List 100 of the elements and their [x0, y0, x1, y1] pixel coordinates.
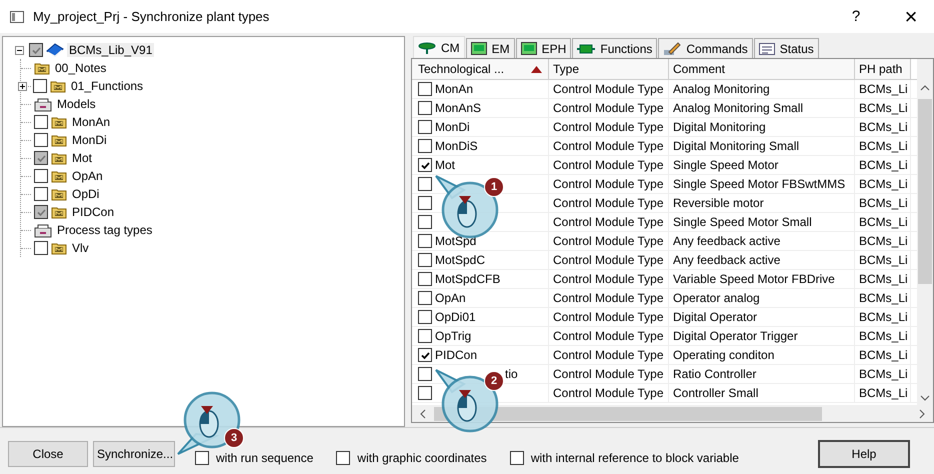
book-icon — [46, 43, 64, 57]
row-checkbox[interactable] — [418, 101, 432, 115]
folder-icon — [51, 169, 67, 183]
tree-item[interactable]: 01_Functions — [69, 79, 146, 93]
table-cell: Control Module Type — [553, 101, 664, 115]
row-checkbox[interactable] — [418, 158, 432, 172]
tab[interactable]: CM — [413, 36, 465, 58]
table-cell: BCMs_Li — [859, 215, 908, 229]
table-cell: OpDi01 — [435, 310, 476, 324]
horizontal-scrollbar[interactable] — [411, 405, 934, 423]
tab[interactable]: EM — [466, 38, 515, 58]
table-cell: Control Module Type — [553, 196, 664, 210]
tree-item[interactable]: OpAn — [70, 169, 105, 183]
tab[interactable]: EPH — [516, 38, 572, 58]
tab[interactable]: Commands — [658, 38, 753, 58]
tree-checkbox[interactable] — [33, 79, 47, 93]
scroll-down-icon[interactable] — [920, 395, 930, 401]
help-dialog-button[interactable]: Help — [818, 440, 910, 468]
list-icon — [758, 42, 775, 54]
expand-icon[interactable] — [18, 82, 27, 90]
close-dialog-button[interactable]: Close — [8, 441, 88, 467]
tree-item[interactable]: MonDi — [70, 133, 109, 147]
row-checkbox[interactable] — [418, 253, 432, 267]
option-label[interactable]: with run sequence — [216, 451, 314, 465]
table-cell: Control Module Type — [553, 386, 664, 400]
tree-checkbox[interactable] — [29, 43, 43, 57]
tree-checkbox[interactable] — [34, 115, 48, 129]
step-badge: 3 — [224, 428, 244, 448]
option-checkbox[interactable] — [195, 451, 209, 465]
table-cell: Control Module Type — [553, 253, 664, 267]
close-button[interactable]: × — [888, 0, 934, 33]
pencil-icon — [663, 42, 682, 56]
column-header[interactable]: Comment — [669, 59, 855, 79]
table-cell: BCMs_Li — [859, 329, 908, 343]
collapse-icon[interactable] — [15, 46, 24, 54]
tree-item[interactable]: MonAn — [70, 115, 112, 129]
tree-checkbox[interactable] — [34, 205, 48, 219]
row-checkbox[interactable] — [418, 348, 432, 362]
tree-checkbox[interactable] — [34, 169, 48, 183]
column-header[interactable]: Technological ... — [412, 59, 549, 79]
scroll-right-icon[interactable] — [919, 408, 925, 418]
tab[interactable]: Functions — [572, 38, 658, 58]
row-checkbox[interactable] — [418, 139, 432, 153]
scroll-left-icon[interactable] — [420, 408, 426, 418]
row-checkbox[interactable] — [418, 234, 432, 248]
tree-item[interactable]: Mot — [70, 151, 94, 165]
option-checkbox[interactable] — [336, 451, 350, 465]
row-checkbox[interactable] — [418, 272, 432, 286]
option-checkbox[interactable] — [510, 451, 524, 465]
tree-item[interactable]: BCMs_Lib_V91 — [67, 43, 154, 57]
folder-icon — [51, 187, 67, 201]
tree-checkbox[interactable] — [34, 151, 48, 165]
folder-icon — [51, 151, 67, 165]
table-cell: Control Module Type — [553, 215, 664, 229]
folder-icon — [51, 241, 67, 255]
row-checkbox[interactable] — [418, 177, 432, 191]
row-checkbox[interactable] — [418, 367, 432, 381]
row-checkbox[interactable] — [418, 329, 432, 343]
row-checkbox[interactable] — [418, 386, 432, 400]
column-header[interactable]: PH path — [855, 59, 911, 79]
tree-item[interactable]: PIDCon — [70, 205, 116, 219]
folder-icon — [51, 115, 67, 129]
table-cell: Digital Operator Trigger — [673, 329, 798, 343]
table-cell: BCMs_Li — [859, 253, 908, 267]
tree-item[interactable]: OpDi — [70, 187, 102, 201]
vertical-scrollbar[interactable] — [917, 59, 933, 405]
checkmark-icon — [36, 206, 46, 218]
help-button[interactable]: ? — [833, 0, 879, 33]
option-label[interactable]: with internal reference to block variable — [530, 451, 739, 465]
table-cell: tio — [505, 367, 518, 381]
table-cell: PIDCon — [435, 348, 478, 362]
table-cell: Mot — [435, 158, 456, 172]
table-cell: Control Module Type — [553, 139, 664, 153]
row-checkbox[interactable] — [418, 196, 432, 210]
tree-checkbox[interactable] — [34, 241, 48, 255]
table-cell: Control Module Type — [553, 329, 664, 343]
tree-checkbox[interactable] — [34, 133, 48, 147]
table-cell: Ratio Controller — [673, 367, 756, 381]
row-checkbox[interactable] — [418, 82, 432, 96]
chip-icon — [577, 42, 596, 54]
table-cell: Control Module Type — [553, 120, 664, 134]
tab[interactable]: Status — [754, 38, 819, 58]
row-checkbox[interactable] — [418, 215, 432, 229]
tree-item[interactable]: Process tag types — [55, 223, 154, 237]
table-cell: Operating conditon — [673, 348, 774, 362]
tree-checkbox[interactable] — [34, 187, 48, 201]
row-checkbox[interactable] — [418, 310, 432, 324]
option-label[interactable]: with graphic coordinates — [357, 451, 487, 465]
table-cell: MonDi — [435, 120, 470, 134]
tree-item[interactable]: 00_Notes — [53, 61, 108, 75]
row-checkbox[interactable] — [418, 291, 432, 305]
column-header[interactable]: Type — [549, 59, 669, 79]
row-checkbox[interactable] — [418, 120, 432, 134]
checkmark-icon — [30, 44, 42, 56]
tree-item[interactable]: Models — [55, 97, 98, 111]
scroll-up-icon[interactable] — [920, 85, 930, 91]
table-cell: Reversible motor — [673, 196, 764, 210]
tree-item[interactable]: Vlv — [70, 241, 91, 255]
synchronize-button[interactable]: Synchronize... — [93, 441, 175, 467]
table-cell: Control Module Type — [553, 348, 664, 362]
